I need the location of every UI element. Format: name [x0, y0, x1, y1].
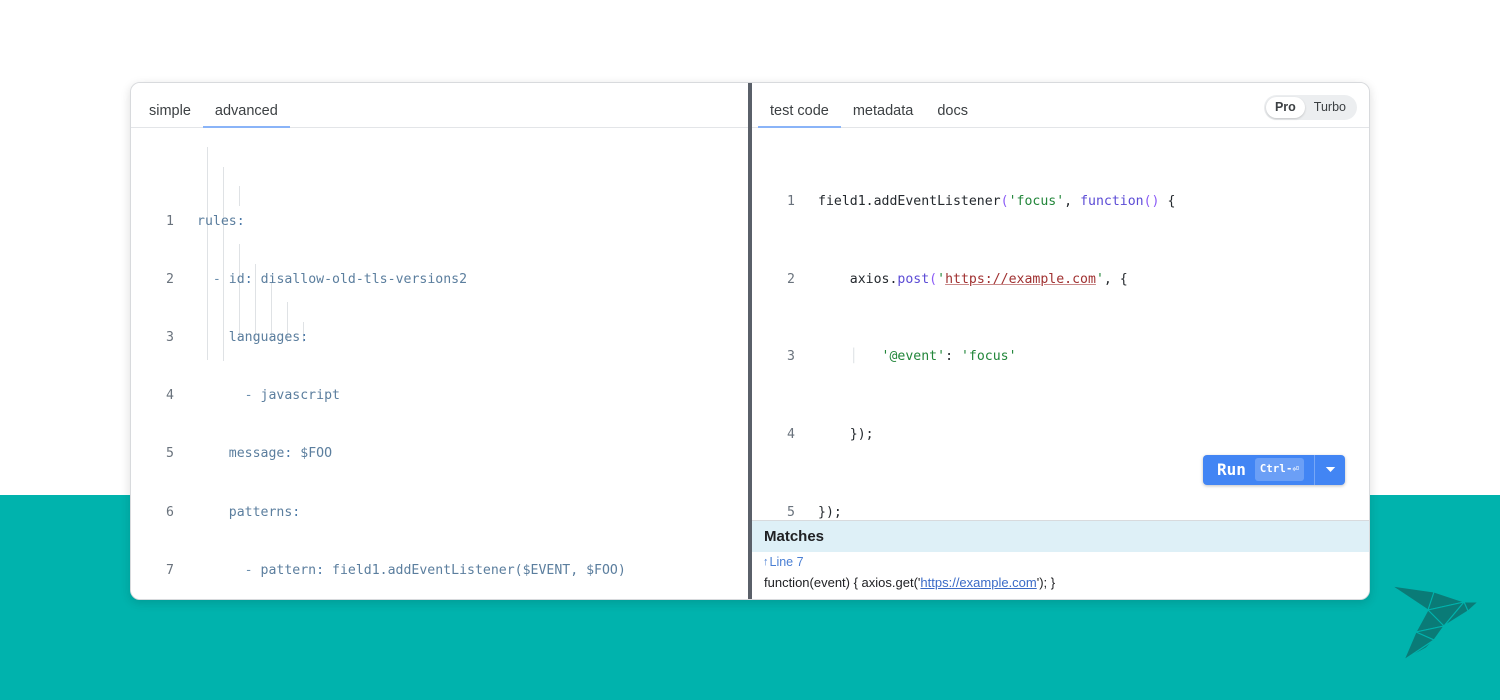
code-line: 2 - id: disallow-old-tls-versions2: [131, 270, 748, 289]
matches-title: Matches: [752, 521, 1369, 552]
indent-guides: [131, 128, 748, 599]
line-number: 4: [752, 425, 808, 444]
code-line: 5 message: $FOO: [131, 444, 748, 463]
line-content: });: [808, 503, 1369, 520]
line-number: 2: [752, 270, 808, 289]
engine-mode-toggle[interactable]: Pro Turbo: [1264, 95, 1357, 120]
code-line: 3 languages:: [131, 328, 748, 347]
line-number: 4: [131, 386, 187, 405]
tabbar-right-controls: Pro Turbo: [1264, 95, 1369, 127]
line-content: field1.addEventListener('focus', functio…: [808, 192, 1369, 211]
tab-simple[interactable]: simple: [137, 104, 203, 128]
rule-editor-tabbar: simple advanced: [131, 83, 748, 128]
rule-editor-pane: simple advanced 1 rules: 2 - id: disallo…: [131, 83, 748, 599]
tab-metadata[interactable]: metadata: [841, 104, 925, 128]
match-line-link[interactable]: ↑ Line 7: [752, 552, 1369, 571]
line-number: 2: [131, 270, 187, 289]
code-line: 6 patterns:: [131, 503, 748, 522]
yaml-code-editor[interactable]: 1 rules: 2 - id: disallow-old-tls-versio…: [131, 128, 748, 599]
run-dropdown-caret[interactable]: [1315, 455, 1345, 485]
line-content: │ '@event': 'focus': [808, 347, 1369, 366]
match-code-url[interactable]: https://example.com: [920, 575, 1036, 590]
line-content: patterns:: [187, 503, 748, 522]
run-shortcut-badge: Ctrl-⏎: [1255, 458, 1304, 481]
line-content: - id: disallow-old-tls-versions2: [187, 270, 748, 289]
line-content: rules:: [187, 212, 748, 231]
match-code-prefix: function(event) { axios.get(': [764, 575, 920, 590]
test-code-pane: test code metadata docs Pro Turbo 1 fiel…: [748, 83, 1369, 599]
match-code-snippet: function(event) { axios.get('https://exa…: [752, 571, 1369, 599]
line-content: languages:: [187, 328, 748, 347]
line-content: - pattern: field1.addEventListener($EVEN…: [187, 561, 748, 580]
match-line-label: Line 7: [770, 555, 804, 569]
line-number: 1: [131, 212, 187, 231]
code-line: 2 axios.post('https://example.com', {: [752, 270, 1369, 289]
run-button[interactable]: Run Ctrl-⏎: [1203, 455, 1345, 485]
tab-docs[interactable]: docs: [925, 104, 980, 128]
tab-advanced[interactable]: advanced: [203, 104, 290, 128]
line-number: 6: [131, 503, 187, 522]
line-number: 3: [752, 347, 808, 366]
code-line: 4 - javascript: [131, 386, 748, 405]
code-line: 5 });: [752, 503, 1369, 520]
engine-option-turbo[interactable]: Turbo: [1305, 97, 1355, 118]
line-number: 1: [752, 192, 808, 211]
playground-card: simple advanced 1 rules: 2 - id: disallo…: [130, 82, 1370, 600]
line-content: axios.post('https://example.com', {: [808, 270, 1369, 289]
run-button-label: Run: [1203, 460, 1248, 479]
match-code-suffix: '); }: [1037, 575, 1055, 590]
line-number: 7: [131, 561, 187, 580]
test-code-tabbar: test code metadata docs Pro Turbo: [752, 83, 1369, 128]
code-line: 3 │ '@event': 'focus': [752, 347, 1369, 366]
up-arrow-icon: ↑: [763, 556, 769, 568]
line-content: message: $FOO: [187, 444, 748, 463]
origami-bird-logo: [1388, 578, 1488, 668]
run-button-group: Run Ctrl-⏎: [1139, 435, 1345, 504]
line-number: 3: [131, 328, 187, 347]
code-line: 7 - pattern: field1.addEventListener($EV…: [131, 561, 748, 580]
line-content: - javascript: [187, 386, 748, 405]
engine-option-pro[interactable]: Pro: [1266, 97, 1305, 118]
line-number: 5: [752, 503, 808, 520]
javascript-code-editor[interactable]: 1 field1.addEventListener('focus', funct…: [752, 128, 1369, 520]
code-line: 1 rules:: [131, 212, 748, 231]
code-line: 1 field1.addEventListener('focus', funct…: [752, 192, 1369, 211]
line-number: 5: [131, 444, 187, 463]
matches-panel: Matches ↑ Line 7 function(event) { axios…: [752, 520, 1369, 599]
tab-test-code[interactable]: test code: [758, 104, 841, 128]
